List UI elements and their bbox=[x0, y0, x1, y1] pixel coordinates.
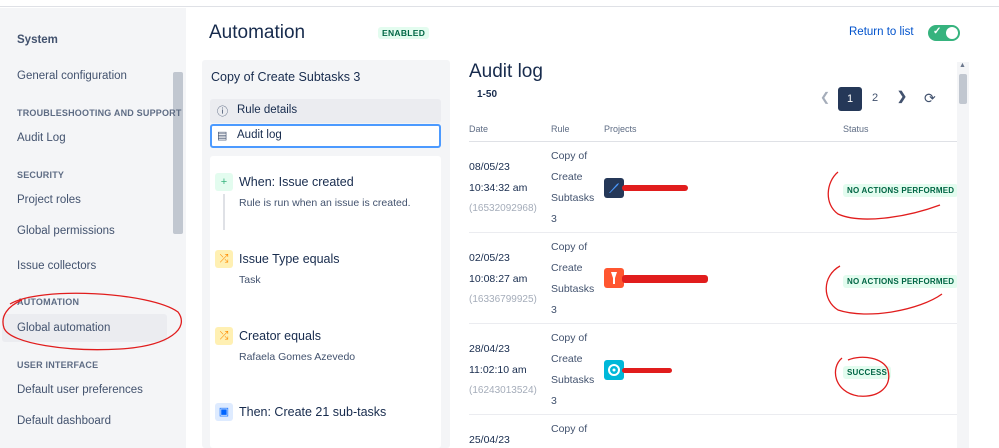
sidebar-item-general-configuration[interactable]: General configuration bbox=[17, 70, 127, 82]
row-1-id[interactable]: (16532092968) bbox=[469, 203, 537, 214]
toggle-knob bbox=[946, 27, 958, 39]
status-badge: NO ACTIONS PERFORMED bbox=[843, 275, 959, 288]
project-avatar-target-icon bbox=[604, 360, 624, 380]
sidebar-section-automation: AUTOMATION bbox=[17, 297, 80, 307]
status-badge: SUCCESS bbox=[843, 366, 892, 379]
step-condition-issue-type-value: Task bbox=[239, 274, 261, 286]
plus-icon: + bbox=[215, 173, 233, 191]
sidebar-item-issue-collectors[interactable]: Issue collectors bbox=[17, 260, 96, 272]
row-2-date: 02/05/23 bbox=[469, 252, 510, 264]
sidebar-item-default-user-preferences[interactable]: Default user preferences bbox=[17, 384, 143, 396]
project-avatar-rocket-icon bbox=[604, 178, 624, 198]
column-header-status: Status bbox=[843, 124, 869, 134]
table-header-divider bbox=[469, 141, 957, 142]
sidebar-scrollbar[interactable] bbox=[173, 72, 183, 234]
tab-label: Audit log bbox=[237, 129, 282, 141]
row-divider bbox=[469, 414, 957, 415]
chevron-left-icon[interactable]: ❮ bbox=[820, 90, 830, 104]
document-icon: ▤ bbox=[217, 130, 228, 142]
sidebar-section-troubleshooting: TROUBLESHOOTING AND SUPPORT bbox=[17, 108, 182, 118]
row-2-rule[interactable]: Copy of Create Subtasks 3 bbox=[551, 237, 611, 321]
top-border bbox=[0, 0, 999, 7]
audit-log-range: 1-50 bbox=[477, 89, 498, 100]
main-scrollbar[interactable]: ▲ bbox=[957, 62, 969, 448]
sidebar-title: System bbox=[17, 34, 58, 46]
tab-rule-details[interactable]: ⓘ Rule details bbox=[210, 99, 441, 123]
step-trigger-subtitle: Rule is run when an issue is created. bbox=[239, 197, 411, 209]
row-2-id[interactable]: (16336799925) bbox=[469, 294, 537, 305]
row-3-id[interactable]: (16243013524) bbox=[469, 385, 537, 396]
step-action-create-subtasks[interactable]: Then: Create 21 sub-tasks bbox=[239, 405, 386, 419]
scroll-up-icon[interactable]: ▲ bbox=[959, 62, 966, 69]
enable-toggle[interactable]: ✓ bbox=[928, 25, 960, 41]
step-condition-issue-type[interactable]: Issue Type equals bbox=[239, 252, 340, 266]
row-divider bbox=[469, 232, 957, 233]
step-trigger[interactable]: When: Issue created bbox=[239, 175, 354, 189]
row-divider bbox=[469, 323, 957, 324]
page-1-button[interactable]: 1 bbox=[838, 87, 862, 111]
row-4-date: 25/04/23 bbox=[469, 434, 510, 446]
step-condition-creator[interactable]: Creator equals bbox=[239, 329, 321, 343]
step-connector bbox=[223, 194, 225, 230]
step-condition-creator-value: Rafaela Gomes Azevedo bbox=[239, 351, 356, 363]
redacted-project-name bbox=[622, 185, 688, 191]
scrollbar-thumb[interactable] bbox=[959, 74, 967, 104]
tab-audit-log[interactable]: ▤ Audit log bbox=[210, 124, 441, 148]
column-header-projects: Projects bbox=[604, 124, 637, 134]
row-3-rule[interactable]: Copy of Create Subtasks 3 bbox=[551, 328, 611, 412]
status-badge: ENABLED bbox=[378, 27, 430, 39]
action-icon: ▣ bbox=[215, 403, 233, 421]
check-icon: ✓ bbox=[933, 26, 942, 37]
refresh-icon[interactable]: ⟳ bbox=[924, 90, 936, 107]
sidebar-section-user-interface: USER INTERFACE bbox=[17, 360, 99, 370]
row-1-date: 08/05/23 bbox=[469, 161, 510, 173]
chevron-right-icon[interactable]: ❯ bbox=[897, 89, 907, 103]
shuffle-icon: ⤮ bbox=[215, 250, 233, 268]
redacted-project-name bbox=[622, 275, 708, 283]
column-header-rule: Rule bbox=[551, 124, 570, 134]
return-to-list-link[interactable]: Return to list bbox=[849, 26, 914, 38]
row-3-time: 11:02:10 am bbox=[469, 364, 527, 376]
status-badge: NO ACTIONS PERFORMED bbox=[843, 184, 959, 197]
sidebar-item-project-roles[interactable]: Project roles bbox=[17, 194, 81, 206]
audit-log-title: Audit log bbox=[469, 61, 543, 82]
sidebar-item-global-permissions[interactable]: Global permissions bbox=[17, 225, 115, 237]
row-1-time: 10:34:32 am bbox=[469, 182, 528, 194]
row-3-date: 28/04/23 bbox=[469, 343, 510, 355]
page-2-button[interactable]: 2 bbox=[872, 92, 878, 104]
page-title: Automation bbox=[209, 22, 306, 43]
row-4-rule[interactable]: Copy of bbox=[551, 419, 611, 440]
row-1-rule[interactable]: Copy of Create Subtasks 3 bbox=[551, 146, 611, 230]
sidebar-item-global-automation[interactable]: Global automation bbox=[17, 322, 110, 334]
rule-name: Copy of Create Subtasks 3 bbox=[211, 70, 361, 84]
shuffle-icon: ⤮ bbox=[215, 327, 233, 345]
project-avatar-tool-icon bbox=[604, 268, 624, 288]
column-header-date: Date bbox=[469, 124, 489, 134]
sidebar-item-default-dashboard[interactable]: Default dashboard bbox=[17, 415, 111, 427]
redacted-project-name bbox=[622, 368, 672, 373]
sidebar-item-audit-log[interactable]: Audit Log bbox=[17, 132, 66, 144]
tab-label: Rule details bbox=[237, 104, 298, 116]
row-2-time: 10:08:27 am bbox=[469, 273, 528, 285]
info-icon: ⓘ bbox=[217, 106, 228, 118]
sidebar-section-security: SECURITY bbox=[17, 170, 65, 180]
